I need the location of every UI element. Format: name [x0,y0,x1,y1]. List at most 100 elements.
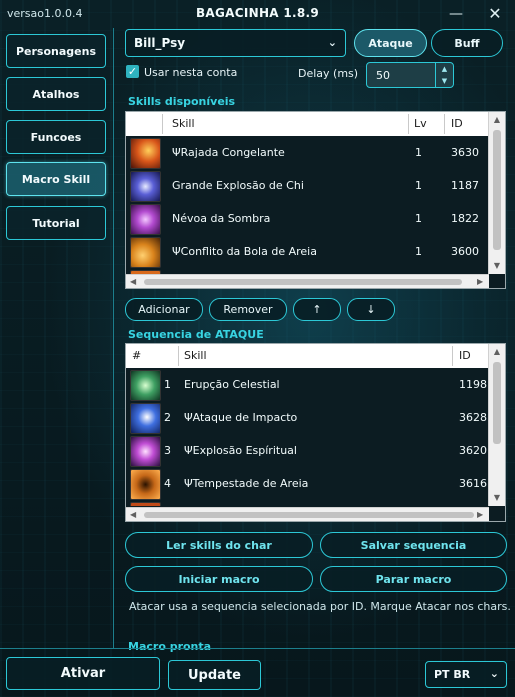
scroll-thumb[interactable] [144,512,474,518]
scroll-right-icon[interactable]: ▶ [477,508,483,522]
sidebar-item-tutorial[interactable]: Tutorial [6,206,106,240]
skill-id: 3616 [459,477,487,490]
sand-ball-icon [130,237,161,268]
chevron-down-icon: ⌄ [327,36,337,49]
skill-name: ΨExplosão Espíritual [184,444,297,457]
sidebar: Personagens Atalhos Funcoes Macro Skill … [0,28,114,648]
sequence-horizontal-scrollbar[interactable]: ◀ ▶ [126,507,489,521]
fire-burst-icon [130,138,161,169]
skill-id: 3628 [459,411,487,424]
table-row[interactable]: 3 ΨExplosão Espíritual 3620 [126,435,489,468]
celestial-eruption-icon [130,370,161,401]
skill-id: 3630 [451,146,479,159]
skill-name: Erupção Celestial [184,378,280,391]
activate-button[interactable]: Ativar [6,657,160,690]
skill-name: ΨConflito da Bola de Areia [172,245,317,258]
sidebar-item-funcoes[interactable]: Funcoes [6,120,106,154]
scroll-thumb[interactable] [144,279,462,285]
column-header-id[interactable]: ID [451,117,463,130]
table-row[interactable]: 4 ΨTempestade de Areia 3616 [126,468,489,501]
scroll-down-icon[interactable]: ▼ [489,258,505,274]
scroll-up-icon[interactable]: ▲ [489,112,505,128]
delay-input[interactable]: 50 ▲ ▼ [366,62,454,88]
move-down-button[interactable]: ↓ [347,298,395,321]
shadow-mist-icon [130,204,161,235]
scroll-down-icon[interactable]: ▼ [489,490,505,506]
skill-level: 1 [415,179,422,192]
scroll-thumb[interactable] [493,130,501,250]
hint-text: Atacar usa a sequencia selecionada por I… [129,600,511,613]
delay-stepper[interactable]: ▲ ▼ [435,63,453,87]
scroll-thumb[interactable] [493,362,501,444]
sidebar-item-atalhos[interactable]: Atalhos [6,77,106,111]
scroll-up-icon[interactable]: ▲ [489,344,505,360]
table-row[interactable]: ΨConflito da Bola de Areia 1 3600 [126,236,489,269]
scroll-right-icon[interactable]: ▶ [477,275,483,289]
delay-value: 50 [376,68,390,82]
skill-level: 1 [415,146,422,159]
column-header-skill[interactable]: Skill [172,117,195,130]
table-row[interactable]: ΨRajada Congelante 1 3630 [126,137,489,170]
skill-id: 3600 [451,245,479,258]
add-button[interactable]: Adicionar [125,298,203,321]
update-button[interactable]: Update [168,660,261,690]
sequence-number: 1 [164,378,171,391]
chevron-down-icon: ⌄ [489,667,499,680]
table-row[interactable]: Grande Explosão de Chi 1 1187 [126,170,489,203]
skill-name: ΨRajada Congelante [172,146,285,159]
read-skills-button[interactable]: Ler skills do char [125,532,313,558]
skill-id: 1822 [451,212,479,225]
language-select[interactable]: PT BR ⌄ [425,661,507,688]
sandstorm-icon [130,469,161,500]
move-up-button[interactable]: ↑ [293,298,341,321]
ataque-button[interactable]: Ataque [354,29,427,57]
table-row[interactable]: 2 ΨAtaque de Impacto 3628 [126,402,489,435]
available-skills-header: Skill Lv ID [126,112,489,136]
close-button[interactable]: ✕ [484,4,506,24]
minimize-button[interactable]: — [445,4,467,24]
sequence-number: 4 [164,477,171,490]
skill-name: Grande Explosão de Chi [172,179,304,192]
skill-name: Névoa da Sombra [172,212,271,225]
chi-explosion-icon [130,171,161,202]
scroll-left-icon[interactable]: ◀ [130,275,136,289]
app-title: BAGACINHA 1.8.9 [195,6,320,20]
sequence-header: # Skill ID [126,344,489,368]
start-macro-button[interactable]: Iniciar macro [125,566,313,592]
scroll-left-icon[interactable]: ◀ [130,508,136,522]
available-vertical-scrollbar[interactable]: ▲ ▼ [488,112,505,274]
sequence-vertical-scrollbar[interactable]: ▲ ▼ [488,344,505,506]
sequence-table[interactable]: # Skill ID 1 Erupção Celestial 1198 2 ΨA… [125,343,506,522]
sequence-label: Sequencia de ATAQUE [128,328,264,341]
available-skills-label: Skills disponíveis [128,95,236,108]
language-value: PT BR [434,668,471,681]
impact-attack-icon [130,403,161,434]
column-header-skill[interactable]: Skill [184,349,207,362]
title-bar: versao1.0.0.4 BAGACINHA 1.8.9 — ✕ [0,0,515,28]
sequence-number: 3 [164,444,171,457]
column-header-lv[interactable]: Lv [414,117,427,130]
sidebar-item-personagens[interactable]: Personagens [6,34,106,68]
sidebar-item-macro-skill[interactable]: Macro Skill [6,162,106,196]
spirit-explosion-icon [130,436,161,467]
character-select[interactable]: Bill_Psy ⌄ [125,29,346,57]
buff-button[interactable]: Buff [431,29,503,57]
skill-name: ΨAtaque de Impacto [184,411,298,424]
save-sequence-button[interactable]: Salvar sequencia [320,532,507,558]
skill-name: ΨTempestade de Areia [184,477,309,490]
use-account-checkbox[interactable]: ✓ [126,65,139,78]
table-row[interactable]: Névoa da Sombra 1 1822 [126,203,489,236]
table-row[interactable]: 1 Erupção Celestial 1198 [126,369,489,402]
partial-skill-icon [130,502,161,506]
column-header-id[interactable]: ID [459,349,471,362]
available-skills-table[interactable]: Skill Lv ID ΨRajada Congelante 1 3630 Gr… [125,111,506,289]
available-horizontal-scrollbar[interactable]: ◀ ▶ [126,274,489,288]
skill-id: 1187 [451,179,479,192]
delay-label: Delay (ms) [298,67,359,80]
column-header-num[interactable]: # [132,349,141,362]
skill-id: 3620 [459,444,487,457]
stop-macro-button[interactable]: Parar macro [320,566,507,592]
remove-button[interactable]: Remover [209,298,287,321]
skill-id: 1198 [459,378,487,391]
skill-level: 1 [415,245,422,258]
